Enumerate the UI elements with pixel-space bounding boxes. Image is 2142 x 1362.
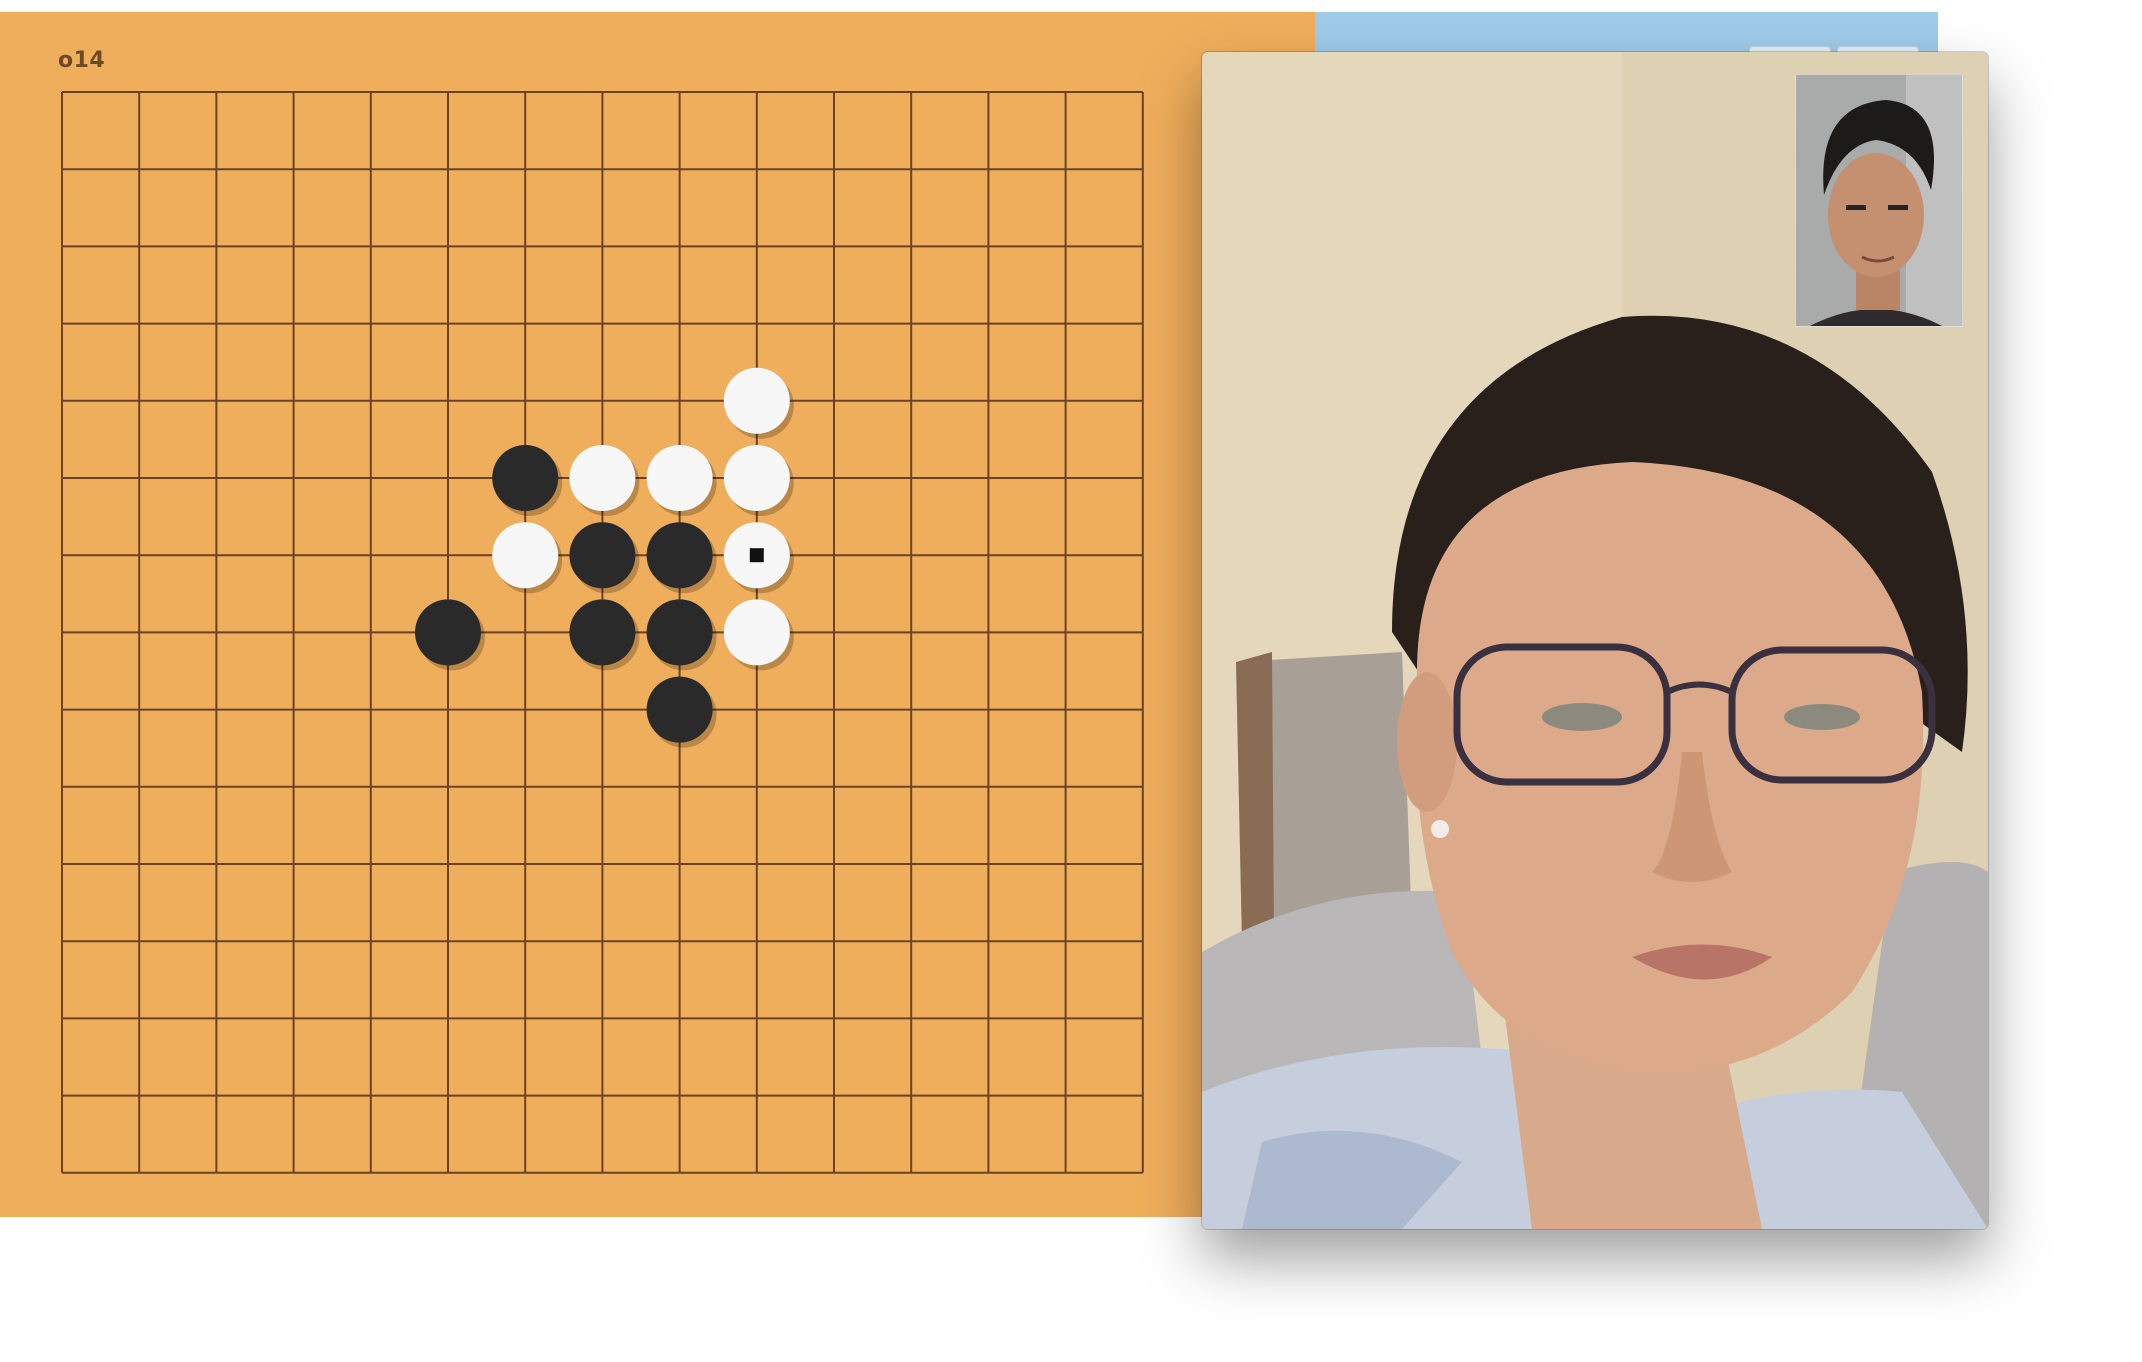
black-stone bbox=[646, 676, 713, 743]
white-stone bbox=[723, 599, 790, 666]
self-view-image bbox=[1796, 75, 1962, 326]
white-stone bbox=[723, 367, 790, 434]
white-stone bbox=[492, 522, 559, 589]
black-stone bbox=[569, 599, 636, 666]
game-window: o14 bbox=[0, 12, 1315, 1217]
black-stone bbox=[646, 522, 713, 589]
black-stone bbox=[492, 445, 559, 511]
game-board[interactable] bbox=[0, 12, 1315, 1217]
white-stone bbox=[723, 445, 790, 511]
self-view-feed[interactable] bbox=[1795, 74, 1963, 327]
black-stone bbox=[646, 599, 713, 666]
last-move-marker bbox=[749, 548, 764, 563]
white-stone bbox=[569, 445, 636, 511]
white-stone bbox=[646, 445, 713, 511]
background-window-titlebar bbox=[1315, 12, 1938, 68]
video-call-window[interactable] bbox=[1202, 52, 1988, 1229]
black-stone bbox=[415, 599, 481, 666]
black-stone bbox=[569, 522, 636, 589]
